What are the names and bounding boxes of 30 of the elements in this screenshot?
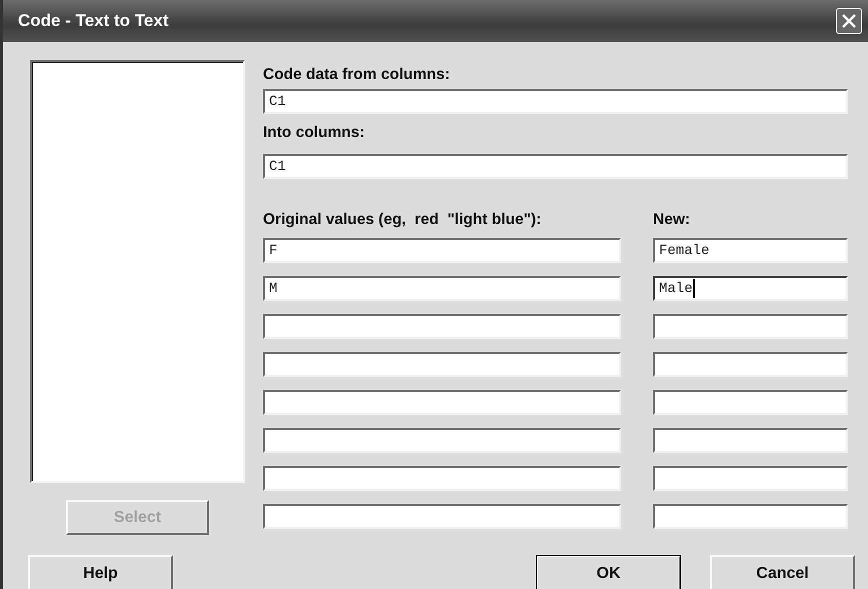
input-field[interactable] [263, 314, 621, 339]
column-header: Original values (eg, red "light blue"): [263, 210, 542, 230]
dialog-button[interactable]: Cancel [710, 555, 855, 589]
input-field[interactable] [263, 390, 621, 415]
input-field[interactable] [653, 314, 848, 339]
close-icon [840, 12, 858, 30]
field-label: Code data from columns: [263, 65, 451, 85]
window-title: Code - Text to Text [18, 11, 168, 31]
input-field[interactable] [653, 504, 848, 529]
input-field[interactable] [263, 352, 621, 377]
input-field[interactable] [653, 428, 848, 453]
input-field[interactable]: M [263, 276, 621, 301]
input-field[interactable]: F [263, 238, 621, 263]
input-field[interactable]: C1 [263, 89, 848, 114]
input-field[interactable] [653, 466, 848, 491]
close-button[interactable] [836, 8, 862, 34]
dialog-button[interactable]: Help [28, 555, 173, 589]
text-cursor [692, 279, 695, 298]
input-field[interactable] [263, 466, 621, 491]
input-field[interactable] [653, 352, 848, 377]
input-field[interactable]: Female [653, 238, 848, 263]
column-list[interactable] [30, 60, 245, 483]
column-header: New: [653, 210, 692, 230]
input-field[interactable] [263, 428, 621, 453]
input-field[interactable] [653, 390, 848, 415]
input-field[interactable]: C1 [263, 154, 848, 179]
input-field[interactable] [263, 504, 621, 529]
dialog-button[interactable]: OK [536, 555, 681, 589]
field-label: Into columns: [263, 123, 366, 143]
input-field[interactable]: Male [653, 276, 848, 301]
